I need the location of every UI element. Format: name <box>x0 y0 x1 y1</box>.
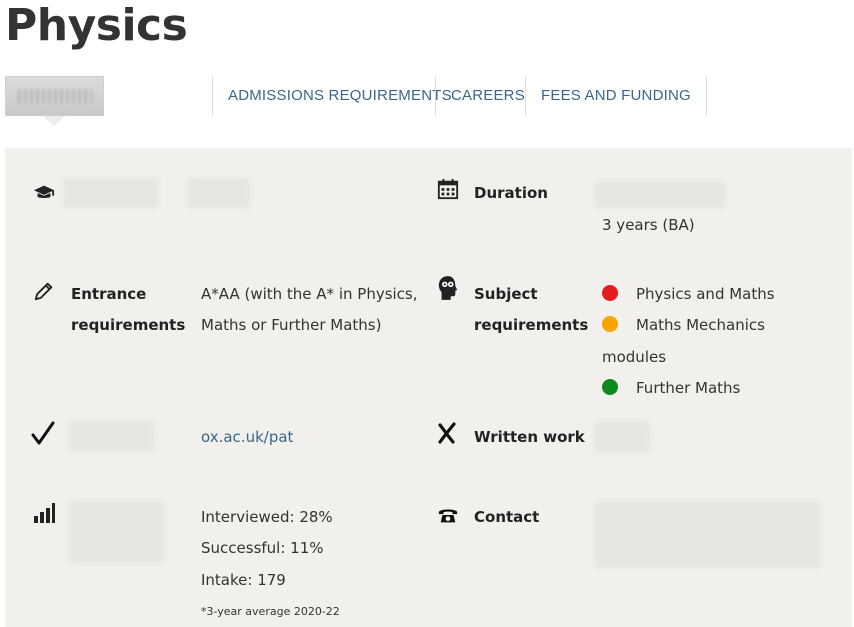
admissions-test-link[interactable]: ox.ac.uk/pat <box>201 422 293 453</box>
subject-item-3: Further Maths <box>602 373 740 404</box>
redacted-stats-label <box>69 502 164 562</box>
entrance-requirements-value-line2: Maths or Further Maths) <box>201 316 382 334</box>
calendar-icon <box>437 178 459 200</box>
recommended-amber-dot <box>602 316 618 332</box>
entrance-requirements-label-line2: requirements <box>71 316 186 334</box>
stats-interviewed: Interviewed: 28% <box>201 508 333 526</box>
contact-label: Contact <box>474 508 540 526</box>
redacted-contact-details <box>595 502 820 568</box>
tab-admissions-requirements[interactable]: ADMISSIONS REQUIREMENTS <box>212 76 467 116</box>
duration-value: 3 years (BA) <box>602 216 695 234</box>
subject-requirements-label-line2: requirements <box>474 316 589 334</box>
subject-item-2-continuation: modules <box>602 348 667 366</box>
redacted-duration-extra <box>595 182 725 208</box>
redacted-course-value <box>188 178 250 208</box>
required-red-dot <box>602 285 618 301</box>
entrance-requirements-label-line1: Entrance <box>71 285 147 303</box>
active-tab-pointer <box>43 116 65 126</box>
checkmark-icon <box>31 421 55 445</box>
entrance-requirements-value-line1: A*AA (with the A* in Physics, <box>201 285 418 303</box>
bar-chart-icon <box>34 503 55 523</box>
duration-label: Duration <box>474 184 548 202</box>
cross-icon <box>438 422 456 444</box>
course-tabs: ADMISSIONS REQUIREMENTS CAREERS FEES AND… <box>5 76 854 126</box>
tab-fees-and-funding[interactable]: FEES AND FUNDING <box>525 76 707 116</box>
pat-link[interactable]: ox.ac.uk/pat <box>201 428 293 446</box>
subject-item-2: Maths Mechanics <box>602 310 765 341</box>
telephone-icon <box>438 509 458 523</box>
page-title: Physics <box>5 0 188 51</box>
helpful-green-dot <box>602 379 618 395</box>
head-brain-icon <box>438 276 458 300</box>
stats-successful: Successful: 11% <box>201 539 324 557</box>
subject-requirements-label-line1: Subject <box>474 285 538 303</box>
redacted-written-work-value <box>595 422 650 452</box>
subject-item-1: Physics and Maths <box>602 279 775 310</box>
written-work-label: Written work <box>474 428 585 446</box>
tab-course-overview[interactable] <box>5 76 104 116</box>
redacted-course-label <box>63 178 158 208</box>
subject-item-3-text: Further Maths <box>636 379 741 397</box>
redacted-test-label <box>69 421 154 451</box>
course-overview-panel: Duration 3 years (BA) Entrance requireme… <box>5 148 852 627</box>
subject-item-1-text: Physics and Maths <box>636 285 775 303</box>
stats-intake: Intake: 179 <box>201 571 286 589</box>
graduation-cap-icon <box>33 185 55 199</box>
tab-course-overview-label <box>18 89 92 103</box>
subject-item-2-text: Maths Mechanics <box>636 316 765 334</box>
stats-footnote: *3-year average 2020-22 <box>201 605 340 618</box>
pencil-icon <box>34 282 53 301</box>
